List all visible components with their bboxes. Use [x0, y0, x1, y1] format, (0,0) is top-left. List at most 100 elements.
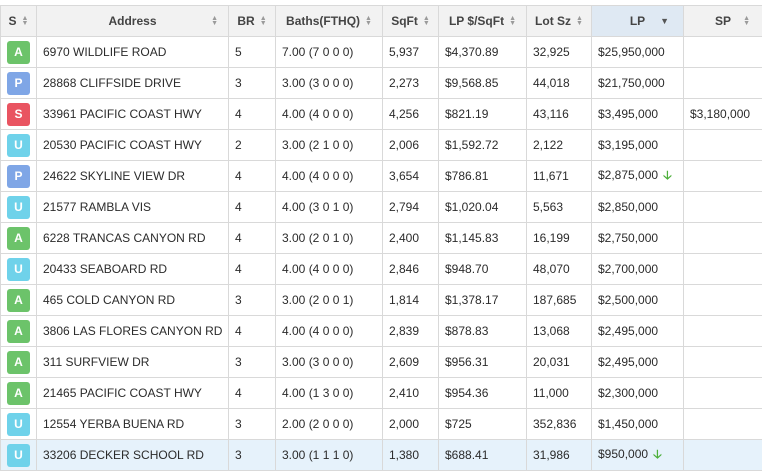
- cell-value: 1,380: [389, 448, 420, 462]
- table-row[interactable]: A 21465 PACIFIC COAST HWY 4 4.00 (1 3 0 0) 2…: [0, 377, 762, 409]
- table-row[interactable]: A 3806 LAS FLORES CANYON RD 4 4.00 (4 0 0 0…: [0, 315, 762, 347]
- sort-icon[interactable]: ▲ ▼: [211, 15, 218, 27]
- cell-value: 32,925: [533, 45, 570, 59]
- sort-icon[interactable]: ▲ ▼: [22, 15, 29, 27]
- cell-value: 3: [235, 417, 242, 431]
- cell-value: $1,145.83: [445, 231, 499, 245]
- cell-address[interactable]: 33206 DECKER SCHOOL RD: [36, 439, 229, 471]
- sort-icon[interactable]: ▲ ▼: [509, 15, 516, 27]
- column-header-baths-label: Baths(FTHQ): [286, 14, 361, 28]
- cell-address[interactable]: 3806 LAS FLORES CANYON RD: [36, 315, 229, 347]
- cell-baths: 4.00 (4 0 0 0): [275, 160, 383, 192]
- cell-address[interactable]: 21465 PACIFIC COAST HWY: [36, 377, 229, 409]
- cell-lot: 187,685: [526, 284, 592, 316]
- cell-sp: [683, 160, 762, 192]
- cell-sp: [683, 315, 762, 347]
- status-cell: U: [0, 439, 37, 471]
- column-header-br-label: BR: [237, 14, 255, 28]
- status-cell: P: [0, 160, 37, 192]
- cell-sqft: 1,814: [382, 284, 439, 316]
- price-drop-arrow-icon: 🡣: [663, 167, 672, 182]
- list-price-value: $2,700,000: [598, 262, 659, 276]
- status-cell: U: [0, 408, 37, 440]
- table-row[interactable]: S 33961 PACIFIC COAST HWY 4 4.00 (4 0 0 0) 4…: [0, 98, 762, 130]
- cell-value: 311 SURFVIEW DR: [43, 355, 150, 369]
- status-badge: U: [7, 257, 30, 281]
- cell-value: 4: [235, 169, 242, 183]
- table-row[interactable]: U 21577 RAMBLA VIS 4 4.00 (3 0 1 0) 2,794 $1,…: [0, 191, 762, 223]
- status-cell: P: [0, 67, 37, 99]
- status-cell: A: [0, 315, 37, 347]
- cell-value: 4.00 (3 0 1 0): [282, 200, 354, 214]
- cell-sqft: 5,937: [382, 36, 439, 68]
- sort-icon[interactable]: ▲ ▼: [365, 15, 372, 27]
- column-header-lp-sqft[interactable]: LP $/SqFt ▲ ▼: [438, 5, 527, 37]
- sort-icon[interactable]: ▲ ▼: [423, 15, 430, 27]
- column-header-status[interactable]: S ▲ ▼: [0, 5, 37, 37]
- cell-lp: $3,495,000: [591, 98, 684, 130]
- sort-icon[interactable]: ▲ ▼: [743, 15, 750, 27]
- cell-br: 3: [228, 67, 276, 99]
- column-header-lp[interactable]: LP ▼: [591, 5, 684, 37]
- column-header-baths[interactable]: Baths(FTHQ) ▲ ▼: [275, 5, 383, 37]
- cell-value: 2.00 (2 0 0 0): [282, 417, 354, 431]
- cell-address[interactable]: 28868 CLIFFSIDE DRIVE: [36, 67, 229, 99]
- cell-br: 3: [228, 346, 276, 378]
- cell-sp: [683, 439, 762, 471]
- status-cell: A: [0, 346, 37, 378]
- sort-descending-icon[interactable]: ▼: [660, 16, 669, 26]
- cell-sqft: 2,273: [382, 67, 439, 99]
- table-row[interactable]: U 20433 SEABOARD RD 4 4.00 (4 0 0 0) 2,846 $9…: [0, 253, 762, 285]
- table-row[interactable]: P 28868 CLIFFSIDE DRIVE 3 3.00 (3 0 0 0) 2,2…: [0, 67, 762, 99]
- status-badge: A: [7, 381, 30, 405]
- cell-sqft: 2,000: [382, 408, 439, 440]
- table-row[interactable]: U 12554 YERBA BUENA RD 3 2.00 (2 0 0 0) 2,00…: [0, 408, 762, 440]
- cell-br: 3: [228, 408, 276, 440]
- cell-sqft: 2,794: [382, 191, 439, 223]
- cell-address[interactable]: 24622 SKYLINE VIEW DR: [36, 160, 229, 192]
- cell-address[interactable]: 20530 PACIFIC COAST HWY: [36, 129, 229, 161]
- column-header-status-label: S: [8, 14, 17, 28]
- cell-value: 20,031: [533, 355, 570, 369]
- cell-lp: $3,195,000: [591, 129, 684, 161]
- cell-lp: $2,850,000: [591, 191, 684, 223]
- cell-lp-sqft: $725: [438, 408, 527, 440]
- cell-br: 3: [228, 439, 276, 471]
- cell-lp: $2,875,000 🡣: [591, 160, 684, 192]
- table-row[interactable]: P 24622 SKYLINE VIEW DR 4 4.00 (4 0 0 0) 3,6…: [0, 160, 762, 192]
- table-row[interactable]: U 33206 DECKER SCHOOL RD 3 3.00 (1 1 1 0) 1,…: [0, 439, 762, 471]
- table-row[interactable]: A 465 COLD CANYON RD 3 3.00 (2 0 0 1) 1,814 $…: [0, 284, 762, 316]
- list-price-value: $2,875,000: [598, 167, 659, 182]
- table-row[interactable]: A 6228 TRANCAS CANYON RD 4 3.00 (2 0 1 0) 2,…: [0, 222, 762, 254]
- cell-baths: 4.00 (4 0 0 0): [275, 98, 383, 130]
- cell-value: 2,609: [389, 355, 420, 369]
- cell-address[interactable]: 12554 YERBA BUENA RD: [36, 408, 229, 440]
- sort-icon[interactable]: ▲ ▼: [260, 15, 267, 27]
- cell-address[interactable]: 465 COLD CANYON RD: [36, 284, 229, 316]
- sort-icon[interactable]: ▲ ▼: [576, 15, 583, 27]
- column-header-sqft[interactable]: SqFt ▲ ▼: [382, 5, 439, 37]
- column-header-lot-size[interactable]: Lot Sz ▲ ▼: [526, 5, 592, 37]
- cell-address[interactable]: 33961 PACIFIC COAST HWY: [36, 98, 229, 130]
- column-header-sp[interactable]: SP ▲ ▼: [683, 5, 762, 37]
- cell-baths: 4.00 (3 0 1 0): [275, 191, 383, 223]
- column-header-br[interactable]: BR ▲ ▼: [228, 5, 276, 37]
- table-row[interactable]: U 20530 PACIFIC COAST HWY 2 3.00 (2 1 0 0) 2…: [0, 129, 762, 161]
- cell-lp-sqft: $821.19: [438, 98, 527, 130]
- column-header-address[interactable]: Address ▲ ▼: [36, 5, 229, 37]
- cell-address[interactable]: 21577 RAMBLA VIS: [36, 191, 229, 223]
- cell-value: $786.81: [445, 169, 489, 183]
- table-row[interactable]: A 6970 WILDLIFE ROAD 5 7.00 (7 0 0 0) 5,937 $…: [0, 36, 762, 68]
- table-row[interactable]: A 311 SURFVIEW DR 3 3.00 (3 0 0 0) 2,609 $956…: [0, 346, 762, 378]
- list-price-value: $2,500,000: [598, 293, 659, 307]
- cell-value: 3.00 (1 1 1 0): [282, 448, 354, 462]
- cell-value: 2,410: [389, 386, 420, 400]
- cell-value: 21577 RAMBLA VIS: [43, 200, 152, 214]
- status-badge: U: [7, 195, 30, 219]
- column-header-lp-label: LP: [629, 14, 646, 28]
- cell-address[interactable]: 311 SURFVIEW DR: [36, 346, 229, 378]
- cell-address[interactable]: 20433 SEABOARD RD: [36, 253, 229, 285]
- cell-address[interactable]: 6970 WILDLIFE ROAD: [36, 36, 229, 68]
- cell-address[interactable]: 6228 TRANCAS CANYON RD: [36, 222, 229, 254]
- cell-br: 4: [228, 222, 276, 254]
